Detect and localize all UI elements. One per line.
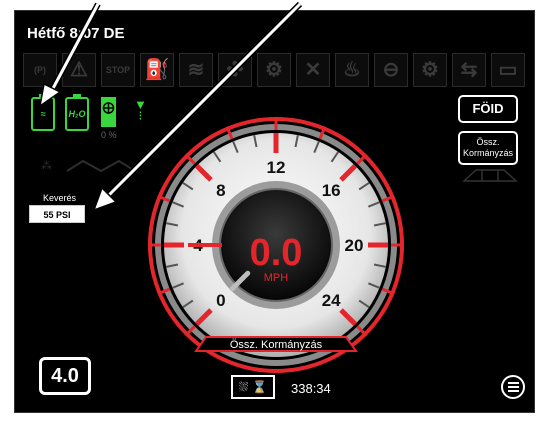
arrow-to-tank — [38, 2, 101, 108]
annotation-arrows — [38, 1, 303, 212]
arrow-to-mix-field — [92, 1, 303, 212]
